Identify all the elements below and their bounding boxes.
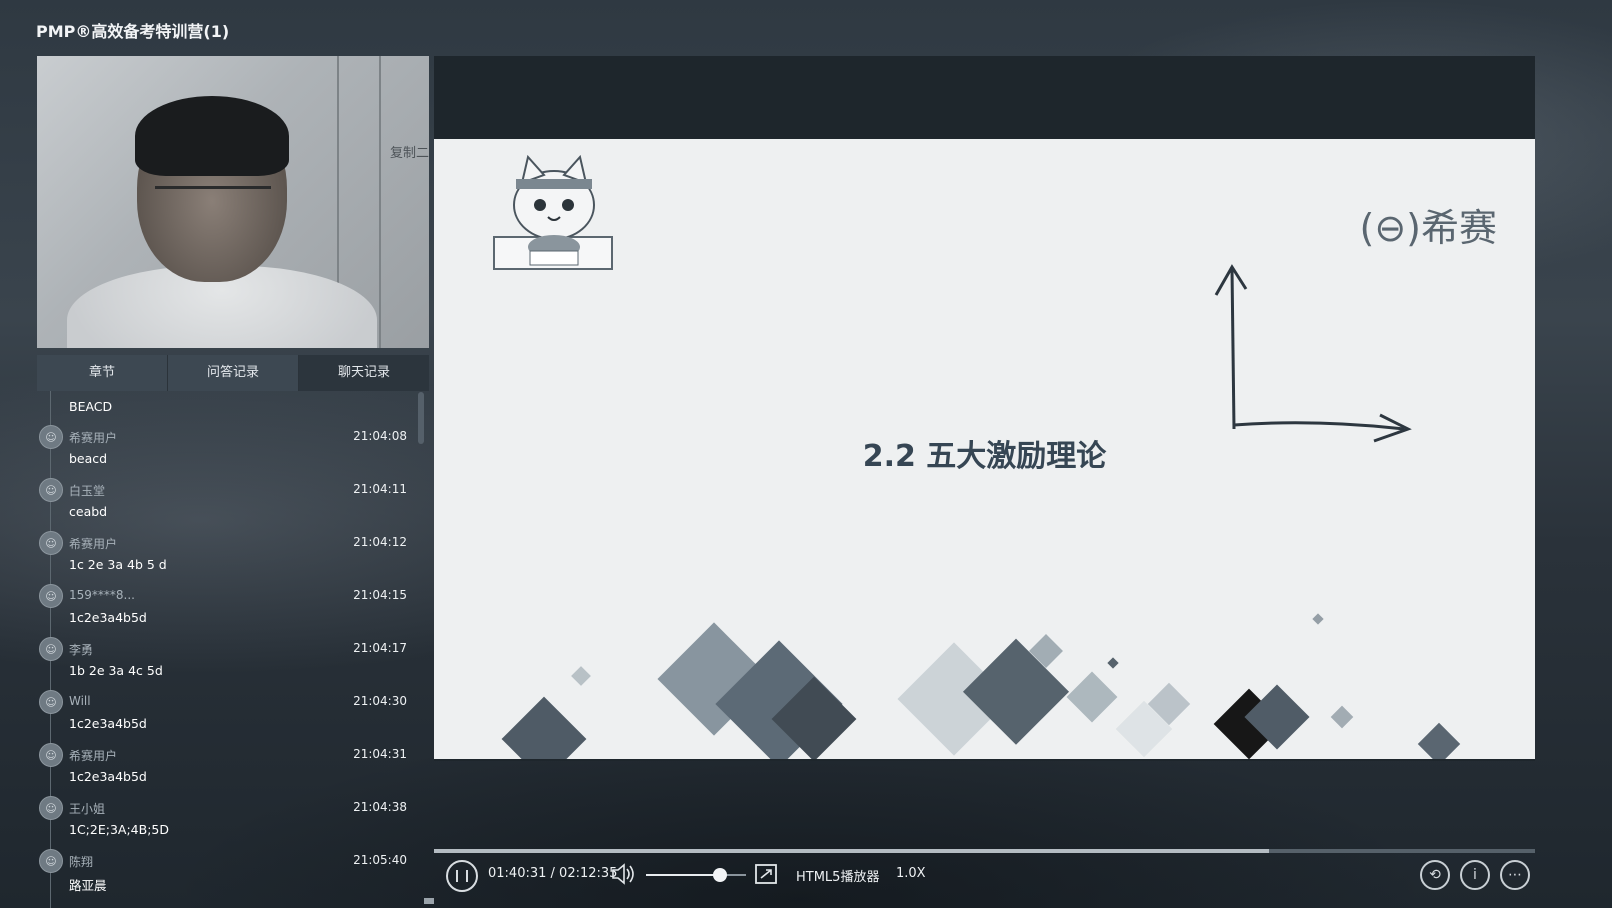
chat-username: 李勇 (69, 643, 94, 657)
chat-message-text: 1c2e3a4b5d (69, 716, 147, 731)
presenter-hair (135, 96, 289, 176)
chat-message: ☺ 希赛用户 21:04:08 beacd (37, 425, 429, 478)
chat-message: BEACD (37, 391, 429, 425)
chat-username: 王小姐 (69, 802, 106, 816)
chat-avatar-icon: ☺ (39, 637, 63, 661)
chat-message: ☺ 希赛用户 21:04:12 1c 2e 3a 4b 5 d (37, 531, 429, 584)
sidebar-tabs: 章节 问答记录 聊天记录 (37, 355, 429, 391)
chat-message-text: 1c 2e 3a 4b 5 d (69, 557, 167, 572)
volume-slider-handle[interactable] (713, 868, 727, 882)
volume-slider-fill (646, 874, 721, 876)
playback-progress-bar[interactable] (434, 849, 1535, 853)
time-current: 01:40:31 (488, 866, 547, 881)
chat-message: ☺ Will 21:04:30 1c2e3a4b5d (37, 690, 429, 743)
pause-icon (456, 870, 468, 882)
chat-username: 希赛用户 (69, 749, 118, 763)
time-total: 02:12:35 (559, 866, 618, 881)
chat-message: ☺ 李勇 21:04:17 1b 2e 3a 4c 5d (37, 637, 429, 690)
chat-username: 希赛用户 (69, 537, 118, 551)
chat-avatar-icon: ☺ (39, 849, 63, 873)
chat-avatar-icon: ☺ (39, 796, 63, 820)
more-options-button[interactable]: ⋯ (1500, 860, 1530, 890)
chat-timestamp: 21:04:12 (353, 535, 407, 549)
chat-message-text: 路亚晨 (69, 878, 107, 893)
player-controls: 01:40:31 / 02:12:35 HTML5播放器 1.0X ⟲ i ⋯ (434, 858, 1535, 898)
more-icon: ⋯ (1508, 867, 1522, 883)
time-separator: / (550, 866, 560, 881)
chat-scrollbar[interactable] (418, 392, 424, 444)
fit-screen-icon[interactable] (754, 858, 778, 890)
volume-icon[interactable] (610, 858, 636, 890)
chat-message-text: ceabd (69, 504, 108, 519)
chat-username: 白玉堂 (69, 484, 106, 498)
chat-timestamp: 21:04:38 (353, 800, 407, 814)
chat-message-text: beacd (69, 451, 108, 466)
timecode: 01:40:31 / 02:12:35 (488, 866, 617, 881)
info-button[interactable]: i (1460, 860, 1490, 890)
chat-message-text: 1C;2E;3A;4B;5D (69, 822, 169, 837)
chat-avatar-icon: ☺ (39, 690, 63, 714)
chat-message-text: 1c2e3a4b5d (69, 769, 147, 784)
slide-canvas: (⊖)希赛 2.2 五大激励理论 (434, 139, 1535, 759)
chat-timestamp: 21:04:31 (353, 747, 407, 761)
tab-chapters[interactable]: 章节 (37, 355, 168, 391)
chat-message: ☺ 王小姐 21:04:38 1C;2E;3A;4B;5D (37, 796, 429, 849)
chat-avatar-icon: ☺ (39, 743, 63, 767)
playback-speed-button[interactable]: 1.0X (896, 866, 926, 881)
chat-username: 159****8... (69, 588, 135, 602)
tab-chat-records[interactable]: 聊天记录 (299, 355, 429, 391)
chat-message-text: 1c2e3a4b5d (69, 610, 147, 625)
page-scroll-indicator[interactable] (424, 898, 434, 904)
chat-avatar-icon: ☺ (39, 584, 63, 608)
mascot-cat-icon (493, 155, 613, 270)
chat-timestamp: 21:04:08 (353, 429, 407, 443)
share-icon: ⟲ (1429, 867, 1441, 883)
brand-logo: (⊖)希赛 (1359, 206, 1498, 250)
playback-progress-fill (434, 849, 1269, 853)
chat-timestamp: 21:04:11 (353, 482, 407, 496)
chat-avatar-icon: ☺ (39, 425, 63, 449)
tab-qa-records[interactable]: 问答记录 (168, 355, 299, 391)
chat-timestamp: 21:04:30 (353, 694, 407, 708)
info-icon: i (1473, 867, 1477, 883)
chat-message: ☺ 白玉堂 21:04:11 ceabd (37, 478, 429, 531)
chat-message-text: BEACD (69, 399, 113, 414)
chat-message: ☺ 陈翔 21:05:40 路亚晨 (37, 849, 429, 902)
chat-username: 陈翔 (69, 855, 94, 869)
app-title: PMP®高效备考特训营(1) (36, 22, 230, 41)
hand-drawn-axes (1214, 264, 1412, 443)
chat-list[interactable]: BEACD ☺ 希赛用户 21:04:08 beacd ☺ 白玉堂 21:04:… (37, 391, 429, 908)
share-button[interactable]: ⟲ (1420, 860, 1450, 890)
chat-message: ☺ 159****8... 21:04:15 1c2e3a4b5d (37, 584, 429, 637)
chat-timestamp: 21:04:15 (353, 588, 407, 602)
volume-slider[interactable] (646, 874, 746, 876)
chat-message: ☺ 希赛用户 21:04:31 1c2e3a4b5d (37, 743, 429, 796)
presenter-glasses (155, 186, 271, 211)
decorative-diamonds (501, 613, 1461, 759)
chat-timestamp: 21:04:17 (353, 641, 407, 655)
pause-button[interactable] (446, 860, 478, 892)
webcam-video: 复制二 (37, 56, 429, 348)
copy-label: 复制二 (389, 146, 429, 161)
chat-username: 希赛用户 (69, 431, 118, 445)
player-mode-button[interactable]: HTML5播放器 (796, 866, 879, 885)
chat-message-text: 1b 2e 3a 4c 5d (69, 663, 163, 678)
chat-avatar-icon: ☺ (39, 478, 63, 502)
chat-avatar-icon: ☺ (39, 531, 63, 555)
chat-username: Will (69, 694, 91, 708)
chat-timestamp: 21:05:40 (353, 853, 407, 867)
